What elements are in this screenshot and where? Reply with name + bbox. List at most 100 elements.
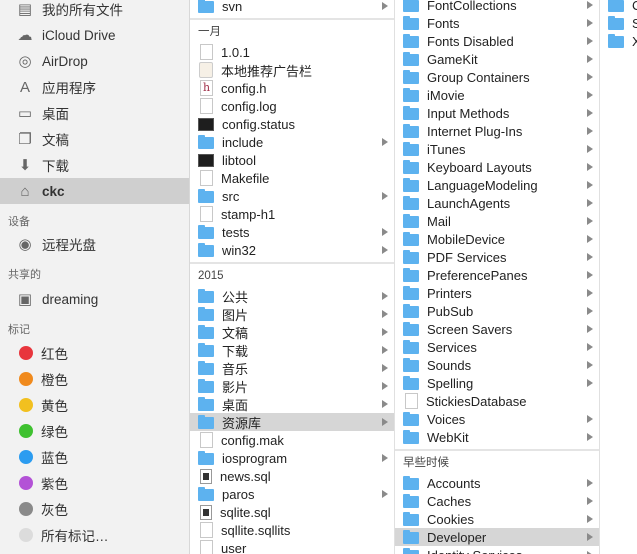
file-row[interactable]: C xyxy=(600,0,637,14)
chevron-right-icon xyxy=(382,310,388,318)
sidebar-item[interactable]: 橙色 xyxy=(0,366,189,392)
file-row[interactable]: 本地推荐广告栏 xyxy=(190,61,394,79)
sidebar-item[interactable]: 黄色 xyxy=(0,392,189,418)
sidebar-item[interactable]: 蓝色 xyxy=(0,444,189,470)
file-row[interactable]: 音乐 xyxy=(190,359,394,377)
sidebar-item[interactable]: ▭ 桌面 xyxy=(0,100,189,126)
chevron-right-icon xyxy=(587,361,593,369)
file-row[interactable]: Developer xyxy=(395,528,599,546)
file-row[interactable]: LanguageModeling xyxy=(395,176,599,194)
sidebar-item[interactable]: ❐ 文稿 xyxy=(0,126,189,152)
file-row[interactable]: iosprogram xyxy=(190,449,394,467)
file-row[interactable]: Keyboard Layouts xyxy=(395,158,599,176)
file-row[interactable]: 公共 xyxy=(190,287,394,305)
file-name: X xyxy=(632,33,637,49)
folder-icon xyxy=(198,307,214,321)
file-name: Accounts xyxy=(427,475,481,491)
file-row[interactable]: GameKit xyxy=(395,50,599,68)
folder-icon xyxy=(403,106,419,120)
file-row[interactable]: PDF Services xyxy=(395,248,599,266)
sidebar-item[interactable]: ◎ AirDrop xyxy=(0,48,189,74)
file-row[interactable]: paros xyxy=(190,485,394,503)
folder-icon xyxy=(403,412,419,426)
sidebar-item[interactable]: ▣ dreaming xyxy=(0,286,189,312)
file-row[interactable]: Group Containers xyxy=(395,68,599,86)
file-row[interactable]: h config.h xyxy=(190,79,394,97)
file-row[interactable]: FontCollections xyxy=(395,0,599,14)
file-row[interactable]: libtool xyxy=(190,151,394,169)
file-row[interactable]: Fonts xyxy=(395,14,599,32)
file-name: PubSub xyxy=(427,303,474,319)
section-header: 2015 xyxy=(198,270,224,282)
file-row[interactable]: iMovie xyxy=(395,86,599,104)
file-row[interactable]: 资源库 xyxy=(190,413,394,431)
file-row[interactable]: user xyxy=(190,539,394,554)
file-row[interactable]: Services xyxy=(395,338,599,356)
sidebar-item[interactable]: 紫色 xyxy=(0,470,189,496)
sidebar-item[interactable]: ◉ 远程光盘 xyxy=(0,231,189,257)
file-row[interactable]: Spelling xyxy=(395,374,599,392)
file-row[interactable]: PubSub xyxy=(395,302,599,320)
file-name: Mail xyxy=(427,213,451,229)
folder-icon xyxy=(403,0,419,12)
folder-icon xyxy=(198,379,214,393)
sidebar-item[interactable]: 灰色 xyxy=(0,496,189,522)
file-row[interactable]: 下载 xyxy=(190,341,394,359)
sidebar-item[interactable]: ⌂ ckc xyxy=(0,178,189,204)
file-row[interactable]: PreferencePanes xyxy=(395,266,599,284)
sidebar-item[interactable]: ☁ iCloud Drive xyxy=(0,22,189,48)
file-row[interactable]: config.log xyxy=(190,97,394,115)
file-row[interactable]: Screen Savers xyxy=(395,320,599,338)
file-row[interactable]: Printers xyxy=(395,284,599,302)
file-row[interactable]: iTunes xyxy=(395,140,599,158)
sidebar-item[interactable]: ⬇ 下载 xyxy=(0,152,189,178)
chevron-right-icon xyxy=(382,454,388,462)
file-row[interactable]: Input Methods xyxy=(395,104,599,122)
sidebar-item[interactable]: A 应用程序 xyxy=(0,74,189,100)
file-row[interactable]: Voices xyxy=(395,410,599,428)
file-row[interactable]: 影片 xyxy=(190,377,394,395)
file-row[interactable]: sqlite.sql xyxy=(190,503,394,521)
sidebar-item[interactable]: 所有标记… xyxy=(0,522,189,548)
file-row[interactable]: config.mak xyxy=(190,431,394,449)
file-row[interactable]: Identity Services xyxy=(395,546,599,554)
file-row[interactable]: sqllite.sqllits xyxy=(190,521,394,539)
file-row[interactable]: tests xyxy=(190,223,394,241)
file-row[interactable]: MobileDevice xyxy=(395,230,599,248)
file-row[interactable]: Fonts Disabled xyxy=(395,32,599,50)
file-row[interactable]: Mail xyxy=(395,212,599,230)
file-row[interactable]: svn xyxy=(190,0,394,15)
file-row[interactable]: X xyxy=(600,32,637,50)
file-row[interactable]: 桌面 xyxy=(190,395,394,413)
file-row[interactable]: Caches xyxy=(395,492,599,510)
file-row[interactable]: StickiesDatabase xyxy=(395,392,599,410)
sidebar-item[interactable]: 红色 xyxy=(0,340,189,366)
chevron-right-icon xyxy=(587,199,593,207)
file-row[interactable]: news.sql xyxy=(190,467,394,485)
file-row[interactable]: S xyxy=(600,14,637,32)
file-row[interactable]: Cookies xyxy=(395,510,599,528)
file-row[interactable]: Internet Plug-Ins xyxy=(395,122,599,140)
file-row[interactable]: Accounts xyxy=(395,474,599,492)
file-row[interactable]: win32 xyxy=(190,241,394,259)
file-row[interactable]: include xyxy=(190,133,394,151)
file-row[interactable]: LaunchAgents xyxy=(395,194,599,212)
file-row[interactable]: stamp-h1 xyxy=(190,205,394,223)
file-row[interactable]: Sounds xyxy=(395,356,599,374)
chevron-right-icon xyxy=(587,533,593,541)
file-row[interactable]: config.status xyxy=(190,115,394,133)
chevron-right-icon xyxy=(587,497,593,505)
file-row[interactable]: Makefile xyxy=(190,169,394,187)
sidebar-item[interactable]: 绿色 xyxy=(0,418,189,444)
file-row[interactable]: 1.0.1 xyxy=(190,43,394,61)
document-icon xyxy=(200,170,213,186)
sidebar-item-label: 下载 xyxy=(42,159,69,174)
file-name: Keyboard Layouts xyxy=(427,159,532,175)
folder-icon xyxy=(198,325,214,339)
sidebar-item[interactable]: ▤ 我的所有文件 xyxy=(0,0,189,22)
file-row[interactable]: WebKit xyxy=(395,428,599,446)
file-row[interactable]: src xyxy=(190,187,394,205)
file-row[interactable]: 图片 xyxy=(190,305,394,323)
file-row[interactable]: 文稿 xyxy=(190,323,394,341)
folder-icon xyxy=(403,304,419,318)
